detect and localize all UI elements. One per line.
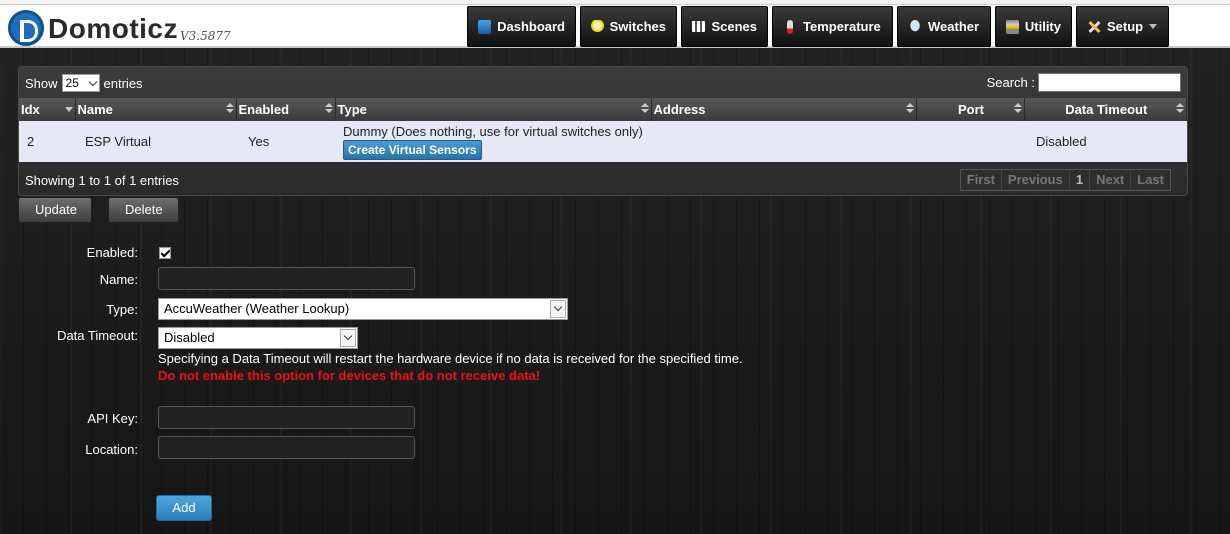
dashboard-icon bbox=[478, 19, 492, 34]
thermometer-icon bbox=[787, 19, 793, 34]
col-label: Data Timeout bbox=[1065, 102, 1148, 117]
col-data-timeout[interactable]: Data Timeout bbox=[1024, 98, 1187, 121]
bulb-icon bbox=[591, 19, 604, 34]
search-control: Search : bbox=[987, 73, 1181, 92]
name-input[interactable] bbox=[158, 267, 415, 290]
pagination: First Previous 1 Next Last bbox=[959, 169, 1171, 191]
table-info: Showing 1 to 1 of 1 entries bbox=[25, 173, 179, 188]
cell-name: ESP Virtual bbox=[75, 121, 236, 162]
nav-label: Temperature bbox=[803, 19, 881, 34]
col-label: Enabled bbox=[238, 102, 290, 117]
type-label: Type: bbox=[106, 302, 138, 317]
pager-previous[interactable]: Previous bbox=[1002, 170, 1070, 190]
update-button[interactable]: Update bbox=[18, 197, 92, 223]
length-control: Show 25 entries bbox=[25, 74, 143, 92]
nav-label: Switches bbox=[609, 19, 666, 34]
nav-label: Scenes bbox=[711, 19, 757, 34]
chevron-down-icon bbox=[88, 77, 97, 86]
cell-port bbox=[916, 121, 1024, 162]
nav-label: Utility bbox=[1024, 19, 1061, 34]
entries-label: entries bbox=[103, 75, 143, 91]
table-header-row: Idx Name Enabled Type Address Port Data … bbox=[19, 98, 1187, 121]
search-input[interactable] bbox=[1038, 73, 1181, 92]
col-type[interactable]: Type bbox=[335, 98, 652, 121]
pager-page-1[interactable]: 1 bbox=[1070, 170, 1091, 190]
type-select-value: AccuWeather (Weather Lookup) bbox=[164, 301, 350, 316]
pager-last[interactable]: Last bbox=[1131, 170, 1170, 190]
create-virtual-sensors-button[interactable]: Create Virtual Sensors bbox=[343, 139, 482, 160]
pager-first[interactable]: First bbox=[961, 170, 1002, 190]
data-timeout-value: Disabled bbox=[164, 330, 215, 345]
hardware-table: Idx Name Enabled Type Address Port Data … bbox=[19, 98, 1187, 162]
delete-button[interactable]: Delete bbox=[108, 197, 179, 223]
add-button[interactable]: Add bbox=[156, 495, 212, 521]
cell-data-timeout: Disabled bbox=[1024, 121, 1187, 162]
type-text: Dummy (Does nothing, use for virtual swi… bbox=[343, 123, 643, 139]
scenes-icon bbox=[692, 21, 706, 32]
enabled-checkbox[interactable] bbox=[159, 247, 171, 259]
data-timeout-label: Data Timeout: bbox=[57, 328, 138, 343]
pager-next[interactable]: Next bbox=[1090, 170, 1132, 190]
logo[interactable]: Domoticz V3.5877 bbox=[8, 10, 231, 46]
type-select[interactable]: AccuWeather (Weather Lookup) bbox=[158, 298, 568, 320]
cell-idx: 2 bbox=[19, 121, 75, 162]
table-row[interactable]: 2 ESP Virtual Yes Dummy (Does nothing, u… bbox=[19, 121, 1187, 162]
entries-select[interactable]: 25 bbox=[61, 74, 100, 92]
api-key-label: API Key: bbox=[87, 411, 138, 426]
location-input[interactable] bbox=[158, 436, 415, 459]
col-label: Name bbox=[77, 102, 113, 117]
location-label: Location: bbox=[85, 442, 138, 457]
nav-switches[interactable]: Switches bbox=[580, 6, 677, 47]
enabled-label: Enabled: bbox=[86, 245, 138, 260]
col-enabled[interactable]: Enabled bbox=[236, 98, 336, 121]
col-label: Idx bbox=[21, 102, 40, 117]
nav-temperature[interactable]: Temperature bbox=[772, 6, 893, 47]
cell-address bbox=[651, 121, 916, 162]
col-address[interactable]: Address bbox=[651, 98, 917, 121]
nav-weather[interactable]: Weather bbox=[897, 6, 991, 47]
cell-enabled: Yes bbox=[236, 121, 335, 162]
col-port[interactable]: Port bbox=[916, 98, 1025, 121]
utility-icon bbox=[1006, 19, 1019, 34]
caret-down-icon bbox=[1149, 24, 1158, 29]
nav-label: Dashboard bbox=[497, 19, 565, 34]
col-label: Address bbox=[653, 102, 706, 117]
header: Domoticz V3.5877 Dashboard Switches Scen… bbox=[0, 5, 1230, 48]
show-label: Show bbox=[25, 75, 58, 91]
setup-tools-icon bbox=[1087, 20, 1101, 34]
search-label: Search : bbox=[986, 75, 1035, 90]
nav-scenes[interactable]: Scenes bbox=[681, 6, 768, 47]
data-timeout-select[interactable]: Disabled bbox=[158, 327, 358, 349]
nav-dashboard[interactable]: Dashboard bbox=[467, 6, 576, 47]
main-nav: Dashboard Switches Scenes Temperature We… bbox=[467, 6, 1173, 47]
app-version: V3.5877 bbox=[180, 29, 231, 43]
cell-type: Dummy (Does nothing, use for virtual swi… bbox=[335, 121, 651, 162]
data-timeout-note: Specifying a Data Timeout will restart t… bbox=[158, 351, 743, 366]
nav-utility[interactable]: Utility bbox=[995, 6, 1072, 47]
nav-label: Setup bbox=[1107, 19, 1144, 34]
chevron-down-icon bbox=[550, 300, 566, 318]
weather-icon bbox=[908, 19, 922, 34]
api-key-input[interactable] bbox=[158, 406, 415, 429]
entries-value: 25 bbox=[65, 76, 79, 90]
name-label: Name: bbox=[99, 272, 138, 287]
domoticz-logo-icon bbox=[8, 10, 44, 46]
data-timeout-warning: Do not enable this option for devices th… bbox=[158, 368, 541, 383]
col-name[interactable]: Name bbox=[75, 98, 237, 121]
nav-setup[interactable]: Setup bbox=[1076, 6, 1169, 47]
chevron-down-icon bbox=[340, 329, 356, 347]
app-name: Domoticz bbox=[48, 13, 178, 44]
nav-label: Weather bbox=[928, 19, 980, 34]
hardware-table-panel: Show 25 entries Search : Idx Name Enable… bbox=[18, 66, 1188, 196]
col-label: Port bbox=[958, 102, 984, 117]
col-label: Type bbox=[337, 102, 367, 117]
col-idx[interactable]: Idx bbox=[19, 98, 76, 121]
